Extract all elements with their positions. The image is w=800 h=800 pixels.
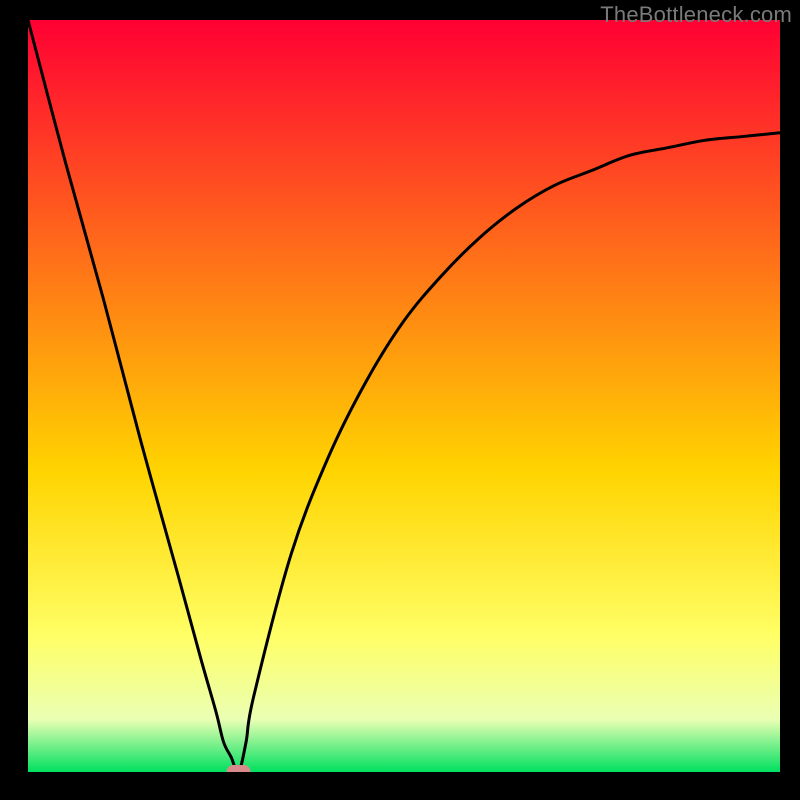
watermark-text: TheBottleneck.com — [600, 2, 792, 28]
min-marker — [227, 765, 251, 772]
chart-background — [28, 20, 780, 772]
chart-svg — [28, 20, 780, 772]
chart-frame: TheBottleneck.com — [0, 0, 800, 800]
chart-plot-area — [28, 20, 780, 772]
